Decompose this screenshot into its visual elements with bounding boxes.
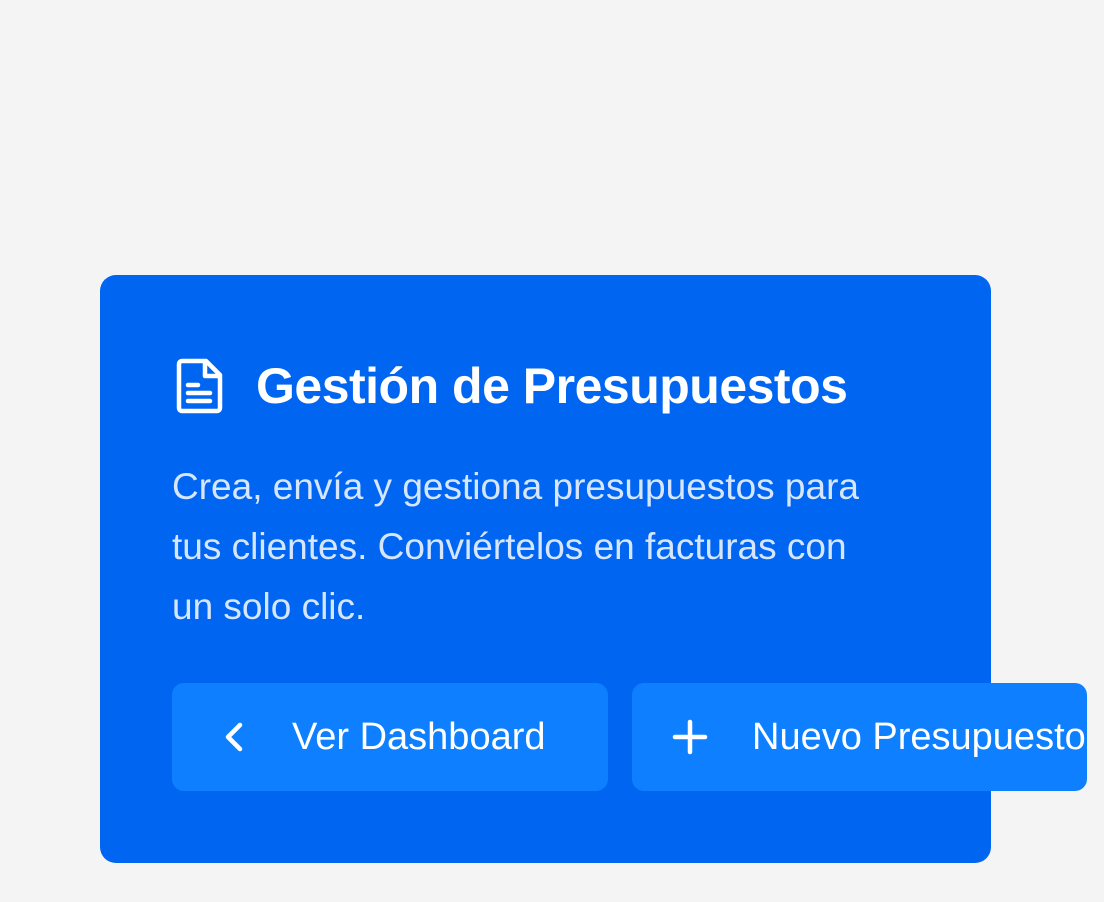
card-header: Gestión de Presupuestos [176, 357, 848, 415]
card-description: Crea, envía y gestiona presupuestos para… [172, 466, 859, 627]
new-budget-label: Nuevo Presupuesto [752, 715, 1086, 758]
view-dashboard-label: Ver Dashboard [292, 715, 546, 758]
chevron-left-icon [214, 717, 254, 757]
budget-management-card: Gestión de Presupuestos Crea, envía y ge… [100, 275, 1087, 863]
view-dashboard-button[interactable]: Ver Dashboard [172, 683, 608, 791]
plus-icon [670, 717, 710, 757]
card-title: Gestión de Presupuestos [256, 358, 848, 414]
document-icon [176, 358, 228, 414]
new-budget-button[interactable]: Nuevo Presupuesto [632, 683, 1087, 791]
page: Gestión de Presupuestos Crea, envía y ge… [0, 0, 1104, 902]
